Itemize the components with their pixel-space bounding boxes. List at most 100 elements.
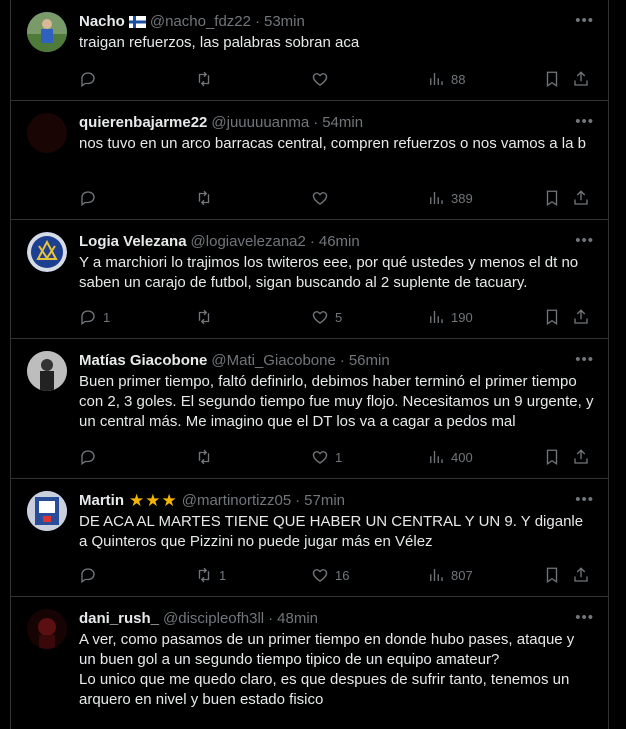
tweet[interactable]: Nacho @nacho_fdz22 · 53min ••• traigan r… <box>11 0 608 101</box>
display-name[interactable]: quierenbajarme22 <box>79 113 207 133</box>
share-button[interactable] <box>572 69 590 89</box>
tweet[interactable]: Logia Velezana @logiavelezana2 · 46min •… <box>11 220 608 339</box>
more-icon[interactable]: ••• <box>575 113 594 131</box>
share-icon <box>574 309 588 324</box>
tweet-text: traigan refuerzos, las palabras sobran a… <box>79 34 360 51</box>
tweet-text: Buen primer tiempo, faltó definirlo, deb… <box>79 373 598 430</box>
bookmark-button[interactable] <box>543 447 561 467</box>
more-icon[interactable]: ••• <box>575 491 594 509</box>
reply-icon <box>81 191 95 207</box>
user-handle[interactable]: @logiavelezana2 <box>191 232 306 252</box>
like-count: 1 <box>335 449 343 465</box>
tweet-actions: 88 <box>79 69 594 89</box>
timestamp[interactable]: 53min <box>264 12 305 32</box>
retweet-button[interactable] <box>195 188 219 208</box>
user-handle[interactable]: @juuuuuanma <box>211 113 309 133</box>
user-handle[interactable]: @discipleofh3ll <box>163 609 264 629</box>
views-button[interactable]: 389 <box>427 188 473 208</box>
timestamp[interactable]: 57min <box>304 491 345 511</box>
avatar[interactable] <box>27 113 67 153</box>
avatar[interactable] <box>27 491 67 531</box>
bookmark-icon <box>546 190 558 207</box>
reply-button[interactable] <box>79 69 103 89</box>
views-count: 190 <box>451 309 473 325</box>
views-button[interactable]: 88 <box>427 69 465 89</box>
bookmark-icon <box>546 309 558 326</box>
user-handle[interactable]: @Mati_Giacobone <box>211 351 335 371</box>
share-button[interactable] <box>572 307 590 327</box>
reply-button[interactable] <box>79 565 103 585</box>
like-icon <box>312 311 328 324</box>
reply-button[interactable]: 1 <box>79 307 110 327</box>
separator-dot: · <box>268 610 274 627</box>
share-icon <box>574 449 588 464</box>
user-handle[interactable]: @nacho_fdz22 <box>150 12 251 32</box>
tweet[interactable]: Matías Giacobone @Mati_Giacobone · 56min… <box>11 339 608 479</box>
like-count: 5 <box>335 309 343 325</box>
avatar[interactable] <box>27 609 67 649</box>
views-icon <box>430 192 443 204</box>
bookmark-button[interactable] <box>543 307 561 327</box>
tweet[interactable]: Martin ★★★ @martinortizz05 · 57min ••• D… <box>11 479 608 597</box>
more-icon[interactable]: ••• <box>575 12 594 30</box>
like-button[interactable]: 1 <box>311 447 342 467</box>
timestamp[interactable]: 56min <box>349 351 390 371</box>
tweet-text: DE ACA AL MARTES TIENE QUE HABER UN CENT… <box>79 513 588 550</box>
tweet-actions: 1 5 190 <box>79 307 594 327</box>
finland-flag-icon <box>128 16 146 28</box>
views-icon <box>430 311 443 323</box>
display-name[interactable]: Logia Velezana <box>79 232 187 252</box>
reply-count: 1 <box>103 309 111 325</box>
avatar-image <box>27 609 67 649</box>
share-icon <box>574 567 588 582</box>
tweet[interactable]: dani_rush_ @discipleofh3ll · 48min ••• A… <box>11 597 608 729</box>
bookmark-button[interactable] <box>543 69 561 89</box>
bookmark-icon <box>546 449 558 466</box>
bookmark-icon <box>546 71 558 88</box>
timestamp[interactable]: 46min <box>319 232 360 252</box>
like-button[interactable] <box>311 69 335 89</box>
display-name[interactable]: dani_rush_ <box>79 609 159 629</box>
avatar[interactable] <box>27 351 67 391</box>
like-icon <box>312 73 328 86</box>
views-button[interactable]: 190 <box>427 307 473 327</box>
avatar[interactable] <box>27 232 67 272</box>
retweet-button[interactable] <box>195 447 219 467</box>
avatar-image <box>27 232 67 272</box>
views-button[interactable]: 807 <box>427 565 473 585</box>
timestamp[interactable]: 48min <box>277 609 318 629</box>
reply-button[interactable] <box>79 188 103 208</box>
views-icon <box>430 569 443 581</box>
more-icon[interactable]: ••• <box>575 609 594 627</box>
display-name[interactable]: Nacho <box>79 12 125 32</box>
views-count: 807 <box>451 567 473 583</box>
views-button[interactable]: 400 <box>427 447 473 467</box>
avatar-image <box>27 12 67 52</box>
retweet-button[interactable]: 1 <box>195 565 226 585</box>
more-icon[interactable]: ••• <box>575 232 594 250</box>
display-name[interactable]: Martin <box>79 491 124 511</box>
share-button[interactable] <box>572 447 590 467</box>
user-handle[interactable]: @martinortizz05 <box>182 491 291 511</box>
reply-button[interactable] <box>79 447 103 467</box>
retweet-button[interactable] <box>195 307 219 327</box>
like-icon <box>312 569 328 582</box>
separator-dot: · <box>313 114 319 131</box>
like-button[interactable]: 16 <box>311 565 349 585</box>
share-button[interactable] <box>572 188 590 208</box>
like-button[interactable]: 5 <box>311 307 342 327</box>
reply-icon <box>81 568 95 584</box>
bookmark-button[interactable] <box>543 188 561 208</box>
display-name[interactable]: Matías Giacobone <box>79 351 207 371</box>
tweet[interactable]: quierenbajarme22 @juuuuuanma · 54min •••… <box>11 101 608 220</box>
timestamp[interactable]: 54min <box>322 113 363 133</box>
avatar[interactable] <box>27 12 67 52</box>
bookmark-button[interactable] <box>543 565 561 585</box>
retweet-icon <box>198 71 210 87</box>
like-button[interactable] <box>311 188 335 208</box>
share-button[interactable] <box>572 565 590 585</box>
tweet-text: Y a marchiori lo trajimos los twiteros e… <box>79 254 583 291</box>
retweet-button[interactable] <box>195 69 219 89</box>
tweet-actions: 389 <box>79 188 594 208</box>
more-icon[interactable]: ••• <box>575 351 594 369</box>
